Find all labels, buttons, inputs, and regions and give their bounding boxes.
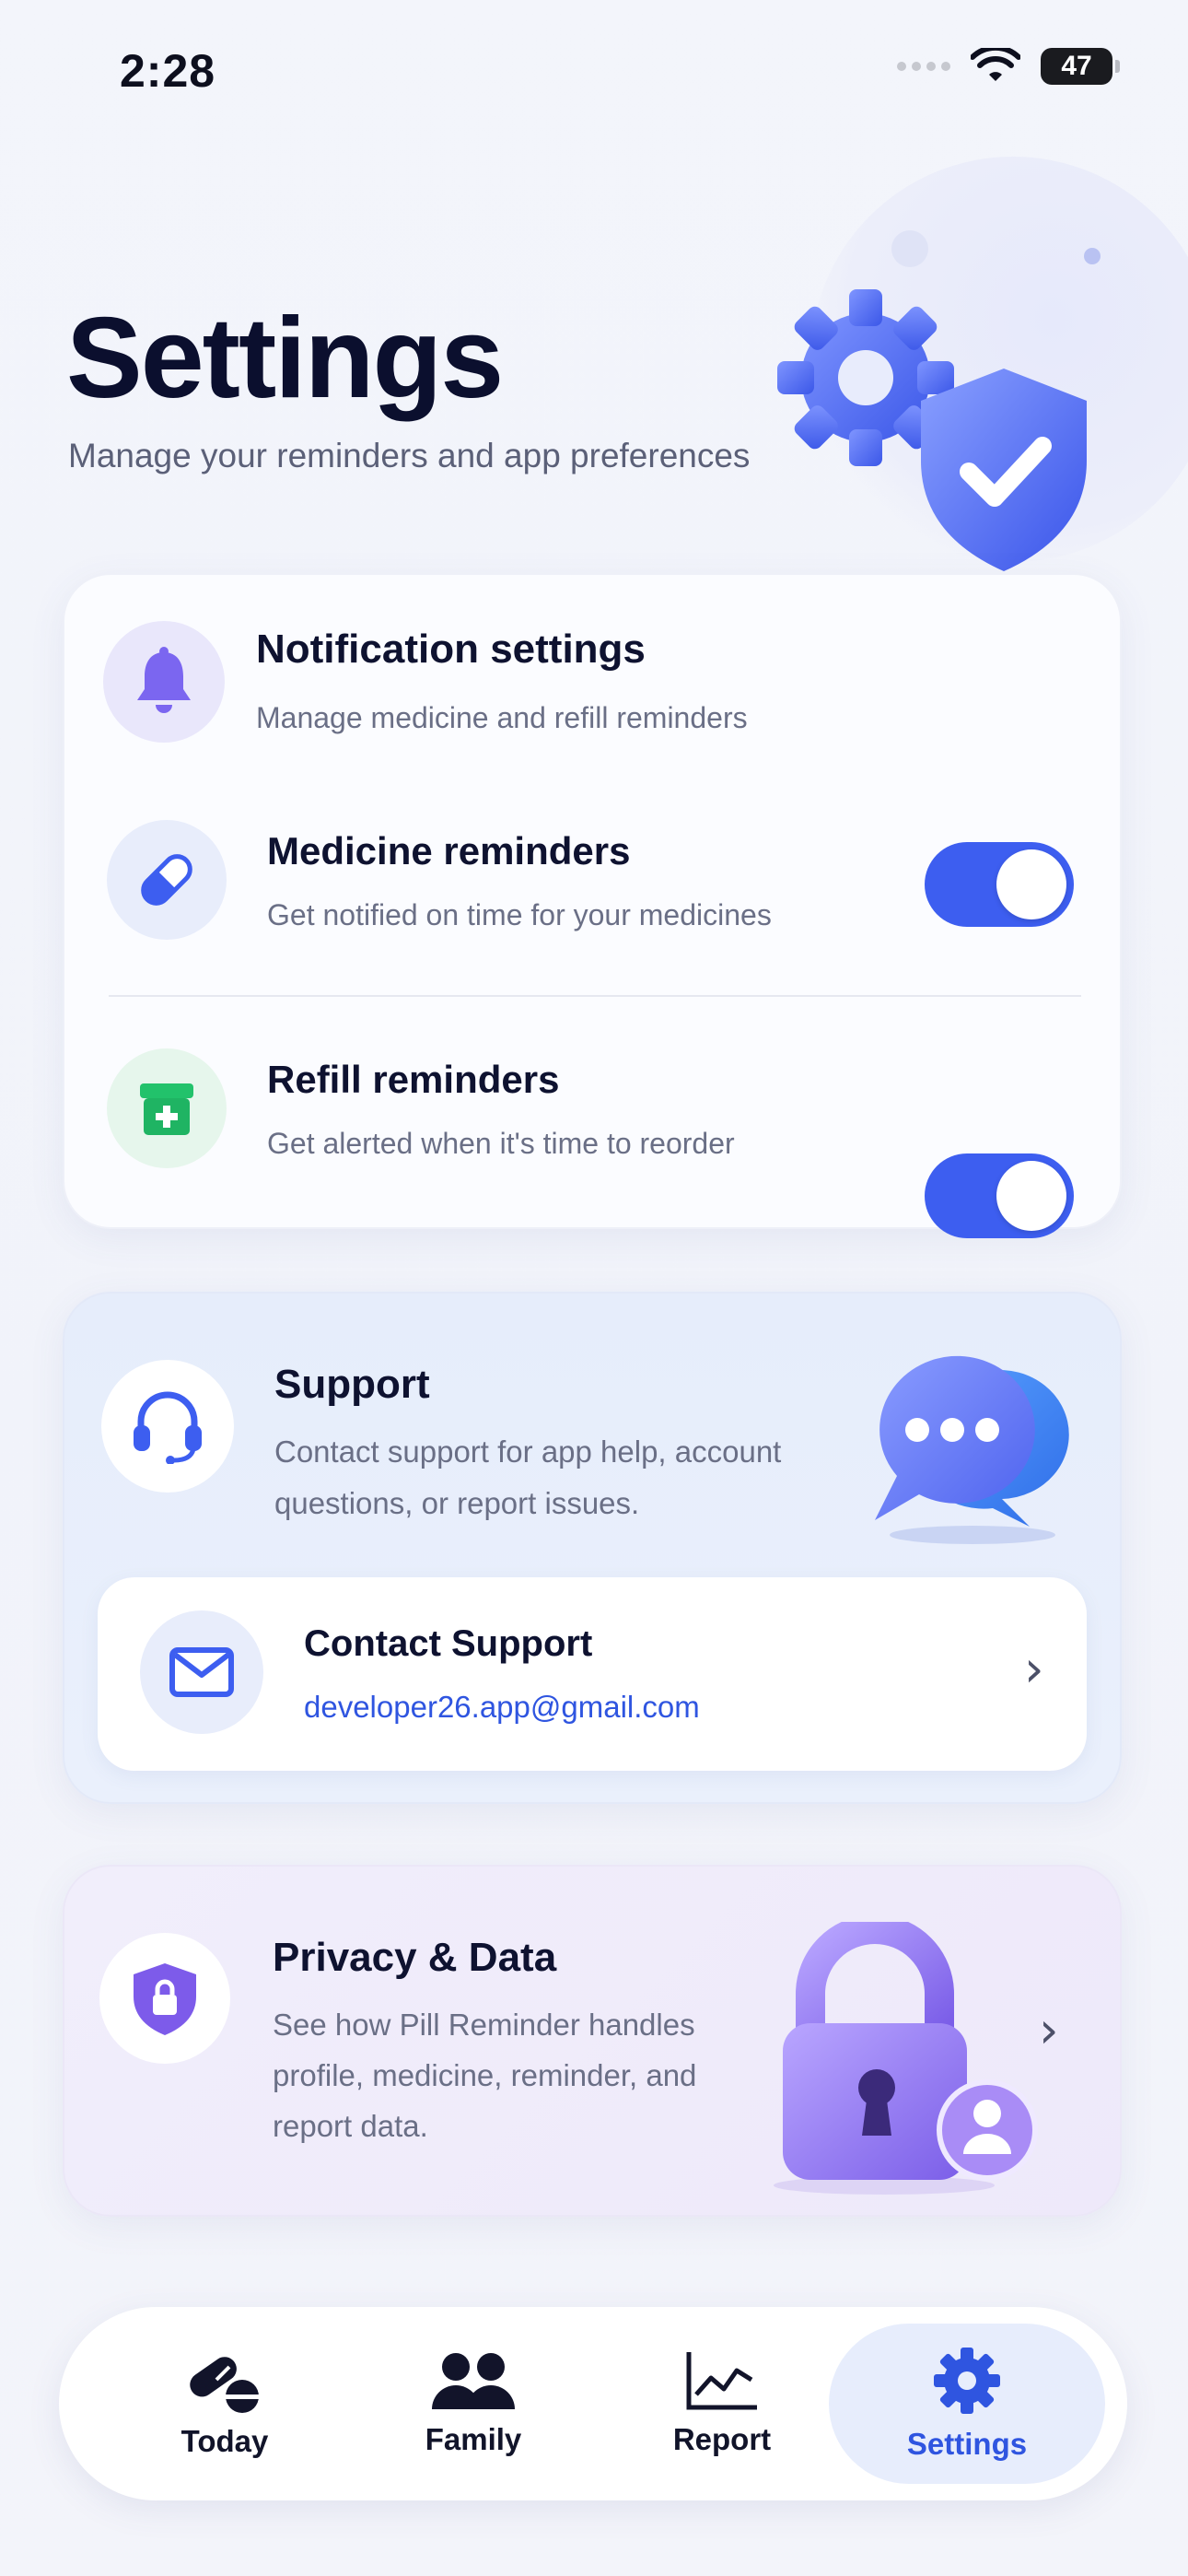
chat-bubbles-illustration (875, 1355, 1069, 1544)
cellular-signal-icon (897, 62, 950, 71)
pill-icon-badge (107, 820, 227, 940)
battery-icon: 47 (1041, 48, 1120, 85)
contact-support-email[interactable]: developer26.app@gmail.com (304, 1690, 700, 1725)
tab-label: Settings (906, 2427, 1028, 2461)
mail-icon (169, 1647, 234, 1697)
pills-icon (190, 2357, 259, 2413)
privacy-desc: See how Pill Reminder handles profile, m… (273, 1999, 696, 2151)
page-title: Settings (66, 295, 504, 422)
tab-today[interactable]: Today (87, 2324, 363, 2484)
gear-icon (934, 2348, 1000, 2414)
refill-icon-badge (107, 1048, 227, 1168)
privacy-shield-icon-badge (99, 1933, 230, 2064)
padlock-user-illustration (774, 1922, 1038, 2195)
support-desc-line: questions, or report issues. (274, 1486, 640, 1520)
support-title: Support (274, 1362, 430, 1407)
bell-icon (137, 647, 191, 713)
notification-settings-subtitle: Manage medicine and refill reminders (256, 701, 748, 734)
family-icon (432, 2353, 515, 2409)
medicine-reminders-toggle[interactable] (925, 842, 1074, 927)
status-time: 2:28 (120, 45, 216, 97)
support-card: Support Contact support for app help, ac… (63, 1292, 1122, 1804)
refill-reminders-title: Refill reminders (267, 1058, 560, 1101)
notification-settings-card: Notification settings Manage medicine an… (63, 573, 1122, 1238)
chevron-right-icon: › (1024, 1640, 1044, 1698)
tab-family[interactable]: Family (335, 2324, 611, 2484)
tab-settings[interactable]: Settings (829, 2324, 1105, 2484)
status-icons: 47 (897, 48, 1120, 85)
support-desc-line: Contact support for app help, account (274, 1434, 782, 1469)
headset-icon-badge (101, 1360, 234, 1493)
tab-report[interactable]: Report (584, 2324, 860, 2484)
wifi-icon (971, 48, 1020, 81)
contact-support-title: Contact Support (304, 1623, 593, 1664)
privacy-title: Privacy & Data (273, 1935, 557, 1980)
contact-support-row[interactable]: Contact Support developer26.app@gmail.co… (98, 1577, 1087, 1771)
settings-shield-illustration (777, 230, 1101, 571)
support-desc: Contact support for app help, account qu… (274, 1426, 781, 1529)
tab-label: Family (425, 2422, 522, 2456)
mail-icon-badge (140, 1610, 263, 1734)
refill-box-icon (140, 1083, 193, 1135)
bell-icon-badge (103, 621, 225, 743)
headset-icon (134, 1391, 202, 1464)
tab-label: Report (672, 2422, 772, 2456)
bottom-tab-bar: Today Family Report Settings (59, 2307, 1127, 2500)
privacy-desc-line: report data. (273, 2109, 428, 2143)
chevron-right-icon: › (1039, 2001, 1059, 2059)
notification-settings-title: Notification settings (256, 626, 646, 672)
refill-reminders-toggle[interactable] (925, 1153, 1074, 1238)
privacy-desc-line: See how Pill Reminder handles (273, 2008, 695, 2042)
chart-icon (686, 2352, 757, 2410)
pill-icon (141, 854, 192, 906)
page-subtitle: Manage your reminders and app preference… (68, 437, 751, 474)
shield-lock-icon (134, 1963, 196, 2035)
privacy-desc-line: profile, medicine, reminder, and (273, 2058, 697, 2092)
medicine-reminders-desc: Get notified on time for your medicines (267, 898, 772, 931)
medicine-reminders-title: Medicine reminders (267, 829, 631, 872)
refill-reminders-desc: Get alerted when it's time to reorder (267, 1127, 735, 1160)
tab-label: Today (181, 2424, 269, 2458)
privacy-data-card[interactable]: Privacy & Data See how Pill Reminder han… (63, 1865, 1122, 2217)
divider (109, 995, 1081, 997)
